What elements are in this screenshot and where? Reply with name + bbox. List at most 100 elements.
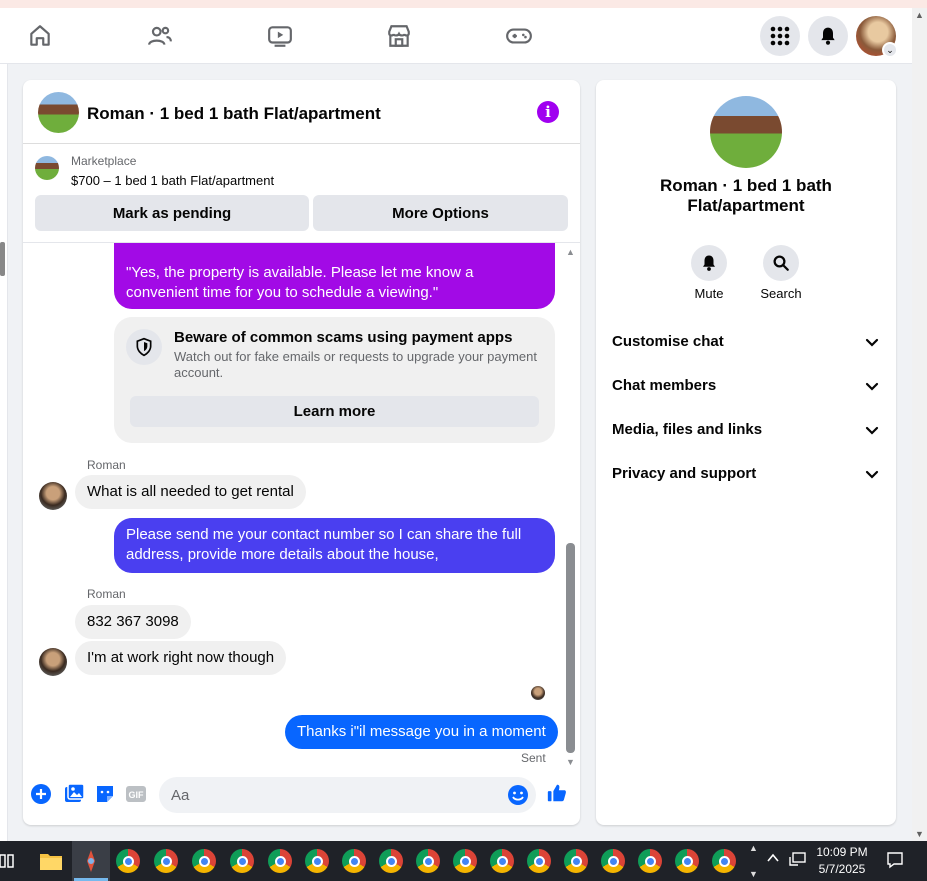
home-icon[interactable] <box>24 20 56 52</box>
contact-avatar[interactable] <box>39 648 67 676</box>
plus-circle-icon[interactable] <box>30 783 52 805</box>
incoming-message: I'm at work right now though <box>75 641 287 675</box>
message-composer: GIF <box>23 775 580 815</box>
search-label: Search <box>760 286 802 301</box>
chrome-icon[interactable] <box>152 847 180 875</box>
info-panel-title: Roman · 1 bed 1 bath Flat/apartment <box>660 176 832 215</box>
chrome-icon[interactable] <box>303 847 331 875</box>
video-icon[interactable] <box>264 20 296 52</box>
show-hidden-icons-icon[interactable] <box>766 851 780 868</box>
section-label: Customise chat <box>612 333 724 350</box>
message-status: Sent <box>521 751 546 765</box>
outgoing-message: Thanks i"il message you in a moment <box>285 715 558 749</box>
clock-time: 10:09 PM <box>816 845 868 859</box>
chrome-icon[interactable] <box>114 847 142 875</box>
chrome-icon[interactable] <box>377 847 405 875</box>
section-customise-chat[interactable]: Customise chat <box>596 324 896 360</box>
message-scrollbar[interactable]: ▲ ▼ <box>563 247 577 767</box>
learn-more-button[interactable]: Learn more <box>130 396 539 427</box>
thumbs-up-icon[interactable] <box>546 782 568 804</box>
chrome-icon[interactable] <box>562 847 590 875</box>
scroll-down-arrow-icon[interactable]: ▼ <box>566 757 575 767</box>
chrome-icon[interactable] <box>673 847 701 875</box>
photo-icon[interactable] <box>63 783 85 805</box>
chevron-down-icon <box>865 470 879 479</box>
chrome-icon[interactable] <box>340 847 368 875</box>
file-explorer-icon[interactable] <box>37 847 65 875</box>
contact-avatar[interactable] <box>39 482 67 510</box>
scroll-up-arrow-icon[interactable]: ▲ <box>566 247 575 257</box>
listing-price-title: $700 – 1 bed 1 bath Flat/apartment <box>71 173 275 188</box>
message-list[interactable]: "Yes, the property is available. Please … <box>23 242 580 770</box>
incoming-message: What is all needed to get rental <box>75 475 306 509</box>
app-icon[interactable] <box>77 847 105 875</box>
gaming-icon[interactable] <box>503 20 535 52</box>
listing-avatar-large[interactable] <box>710 96 782 168</box>
chrome-icon[interactable] <box>266 847 294 875</box>
task-view-icon[interactable] <box>0 853 14 869</box>
network-icon[interactable] <box>789 851 807 870</box>
chat-title[interactable]: Roman · 1 bed 1 bath Flat/apartment <box>87 104 381 124</box>
left-scroll-thumb[interactable] <box>0 242 5 276</box>
chevron-down-icon[interactable]: ⌄ <box>882 42 898 58</box>
chrome-icon[interactable] <box>636 847 664 875</box>
marketplace-label: Marketplace <box>71 154 137 168</box>
sticker-icon[interactable] <box>94 783 116 805</box>
chrome-icon[interactable] <box>451 847 479 875</box>
svg-text:GIF: GIF <box>129 790 145 800</box>
message-scroll-thumb[interactable] <box>566 543 575 753</box>
chat-panel: Roman · 1 bed 1 bath Flat/apartment i Ma… <box>23 80 580 825</box>
chevron-down-icon <box>865 382 879 391</box>
taskbar-overflow-scroller[interactable]: ▲ ▼ <box>745 841 761 881</box>
section-chat-members[interactable]: Chat members <box>596 368 896 404</box>
gif-icon[interactable]: GIF <box>125 783 147 805</box>
mute-button[interactable] <box>691 245 727 281</box>
chevron-down-icon <box>865 426 879 435</box>
chrome-icon[interactable] <box>190 847 218 875</box>
section-label: Chat members <box>612 377 717 394</box>
notifications-bell-icon[interactable] <box>808 16 848 56</box>
outgoing-message: "Yes, the property is available. Please … <box>114 243 555 309</box>
seen-indicator-avatar <box>531 686 545 700</box>
chrome-icon[interactable] <box>599 847 627 875</box>
chevron-up-icon[interactable]: ▲ <box>749 843 758 853</box>
info-icon[interactable]: i <box>537 101 559 123</box>
taskbar-clock[interactable]: 10:09 PM 5/7/2025 <box>812 844 872 878</box>
scroll-down-arrow-icon[interactable]: ▼ <box>915 829 924 839</box>
chrome-icon[interactable] <box>710 847 738 875</box>
emoji-icon[interactable] <box>507 784 529 806</box>
chevron-down-icon[interactable]: ▼ <box>749 869 758 879</box>
message-input[interactable] <box>159 777 536 813</box>
chrome-icon[interactable] <box>525 847 553 875</box>
chat-header: Roman · 1 bed 1 bath Flat/apartment i <box>23 80 580 144</box>
chrome-icon[interactable] <box>228 847 256 875</box>
section-media-files-links[interactable]: Media, files and links <box>596 412 896 448</box>
section-privacy-support[interactable]: Privacy and support <box>596 456 896 492</box>
scroll-up-arrow-icon[interactable]: ▲ <box>915 10 924 20</box>
menu-grid-icon[interactable] <box>760 16 800 56</box>
top-navbar: ⌄ <box>0 8 912 64</box>
listing-thumbnail <box>35 156 59 180</box>
sender-name: Roman <box>87 458 126 472</box>
mute-label: Mute <box>694 286 724 301</box>
marketplace-icon[interactable] <box>383 20 415 52</box>
friends-icon[interactable] <box>144 20 176 52</box>
chrome-icon[interactable] <box>414 847 442 875</box>
listing-avatar[interactable] <box>38 92 79 133</box>
mark-as-pending-button[interactable]: Mark as pending <box>35 195 309 231</box>
notifications-center-icon[interactable] <box>886 851 904 872</box>
page-scrollbar[interactable]: ▲ ▼ <box>912 8 927 841</box>
windows-taskbar: ▲ ▼ 10:09 PM 5/7/2025 <box>0 841 927 881</box>
search-button[interactable] <box>763 245 799 281</box>
chat-info-panel: Roman · 1 bed 1 bath Flat/apartment Mute… <box>596 80 896 825</box>
marketplace-listing-row[interactable]: Marketplace $700 – 1 bed 1 bath Flat/apa… <box>23 144 580 194</box>
left-sidebar-edge <box>0 64 8 841</box>
outgoing-message: Please send me your contact number so I … <box>114 518 555 573</box>
section-label: Media, files and links <box>612 421 763 438</box>
more-options-button[interactable]: More Options <box>313 195 568 231</box>
chrome-icon[interactable] <box>488 847 516 875</box>
scam-warning-card: Beware of common scams using payment app… <box>114 317 555 443</box>
scam-warning-body: Watch out for fake emails or requests to… <box>174 349 537 380</box>
chevron-down-icon <box>865 338 879 347</box>
browser-top-strip <box>0 0 927 8</box>
